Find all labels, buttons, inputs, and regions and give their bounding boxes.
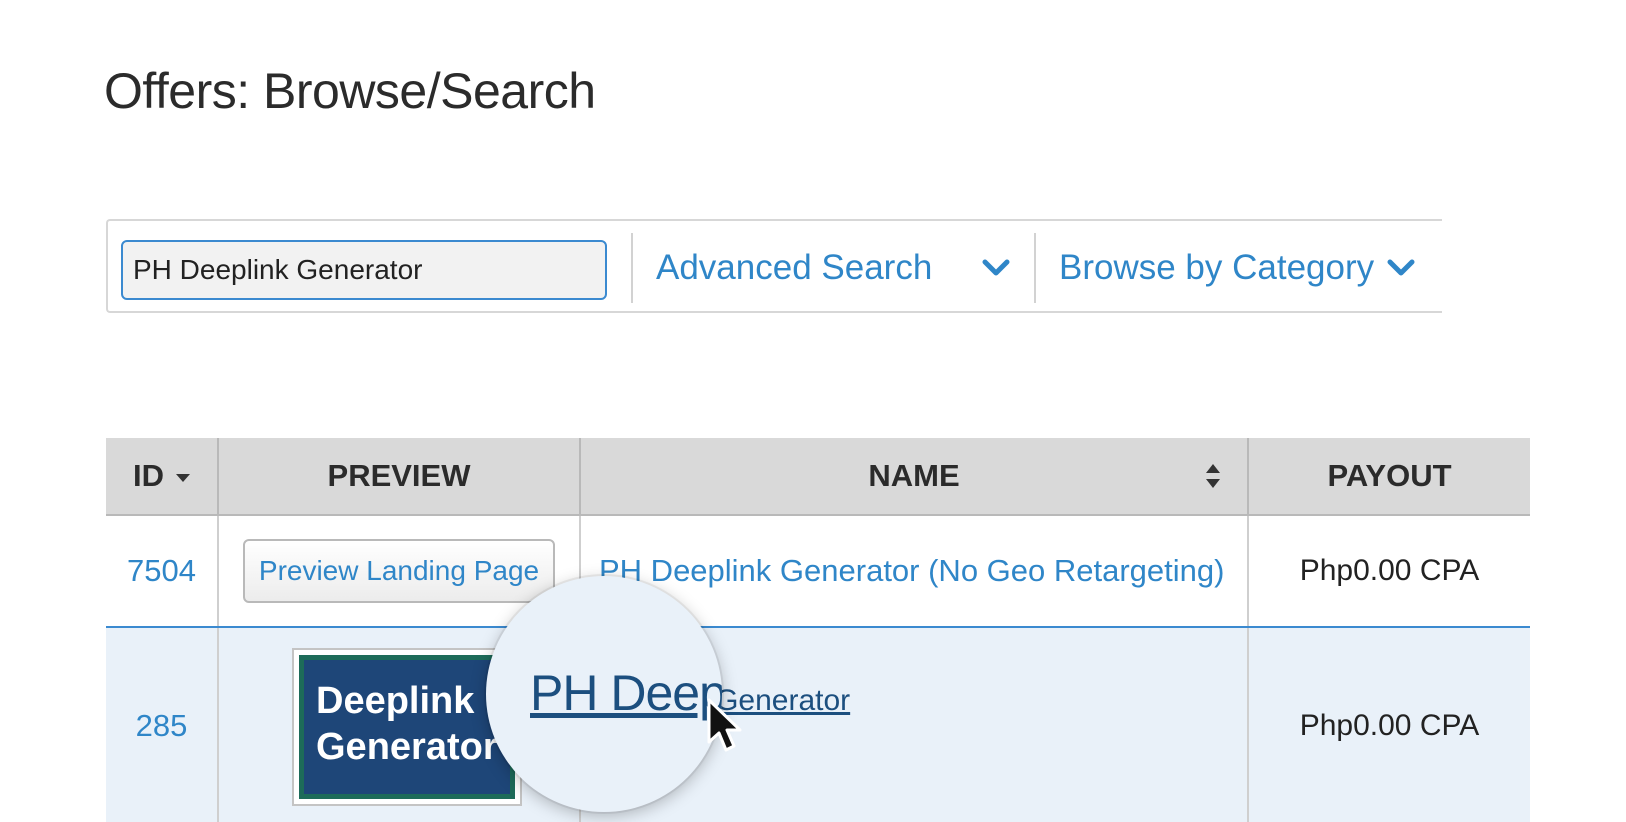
divider bbox=[631, 233, 633, 303]
row-payout-cell: Php0.00 CPA bbox=[1248, 515, 1530, 628]
header-name-label: NAME bbox=[868, 458, 960, 493]
browse-category-dropdown[interactable]: Browse by Category bbox=[1059, 243, 1416, 293]
search-bar: Advanced Search Browse by Category bbox=[106, 219, 1442, 313]
offers-page: Offers: Browse/Search Advanced Search Br… bbox=[0, 0, 1626, 822]
header-payout[interactable]: PAYOUT bbox=[1248, 438, 1530, 516]
thumbnail-image: Deeplink Generator bbox=[299, 655, 515, 799]
chevron-down-icon bbox=[982, 259, 1010, 276]
preview-landing-page-button[interactable]: Preview Landing Page bbox=[242, 539, 556, 603]
offer-name-link[interactable]: PH Deeplink Generator (No Geo Retargetin… bbox=[581, 553, 1247, 589]
table-row[interactable]: 7504 Preview Landing Page PH Deeplink Ge… bbox=[106, 515, 1530, 628]
magnified-name-link: PH Deeplink Generator bbox=[530, 665, 722, 721]
page-title: Offers: Browse/Search bbox=[104, 63, 596, 119]
row-id-cell: 7504 bbox=[106, 515, 219, 628]
table-header-row: ID PREVIEW NAME PAYOUT bbox=[106, 438, 1530, 516]
thumbnail-line-2: Generator bbox=[316, 726, 498, 768]
sort-both-icon bbox=[1206, 464, 1220, 488]
row-id-cell: 285 bbox=[106, 627, 219, 822]
chevron-down-icon bbox=[1387, 259, 1415, 276]
payout-value: Php0.00 CPA bbox=[1299, 709, 1480, 742]
offer-id-link[interactable]: 7504 bbox=[127, 553, 196, 588]
divider bbox=[1034, 233, 1036, 303]
row-payout-cell: Php0.00 CPA bbox=[1248, 627, 1530, 822]
browse-category-label: Browse by Category bbox=[1059, 248, 1375, 287]
advanced-search-label: Advanced Search bbox=[656, 248, 933, 287]
offers-table-wrapper: ID PREVIEW NAME PAYOUT 7504 Preview Land… bbox=[106, 438, 1530, 822]
thumbnail-line-1: Deeplink bbox=[316, 680, 475, 722]
header-payout-label: PAYOUT bbox=[1327, 458, 1452, 493]
header-preview: PREVIEW bbox=[218, 438, 581, 516]
header-id-label: ID bbox=[133, 458, 164, 493]
search-input[interactable] bbox=[121, 240, 607, 300]
magnifier-lens: PH Deeplink Generator bbox=[486, 576, 722, 812]
payout-value: Php0.00 CPA bbox=[1299, 554, 1480, 587]
header-preview-label: PREVIEW bbox=[327, 458, 471, 493]
header-name[interactable]: NAME bbox=[580, 438, 1249, 516]
offer-id-link[interactable]: 285 bbox=[136, 708, 188, 743]
header-id[interactable]: ID bbox=[106, 438, 219, 516]
advanced-search-dropdown[interactable]: Advanced Search bbox=[656, 243, 1011, 293]
sort-desc-icon bbox=[176, 473, 190, 482]
mouse-cursor-icon bbox=[707, 698, 742, 752]
